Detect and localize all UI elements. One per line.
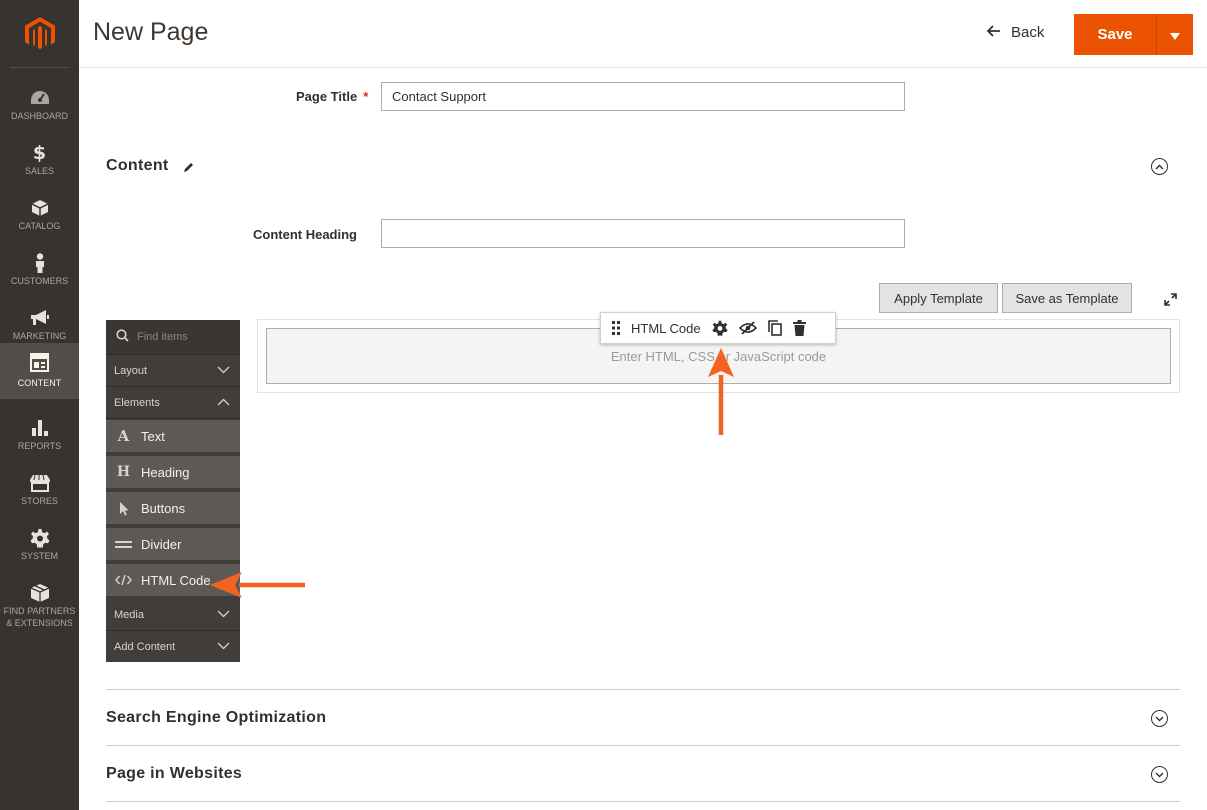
panel-element-text[interactable]: A Text xyxy=(106,420,240,454)
back-label: Back xyxy=(1011,24,1045,41)
magento-logo[interactable] xyxy=(0,0,79,67)
drag-handle-icon[interactable] xyxy=(612,321,620,335)
layout-icon xyxy=(30,352,49,372)
save-button[interactable]: Save xyxy=(1074,14,1156,55)
dollar-icon: $ xyxy=(32,142,47,164)
caret-down-icon xyxy=(1170,25,1180,44)
apply-template-button[interactable]: Apply Template xyxy=(879,283,998,313)
panel-element-buttons[interactable]: Buttons xyxy=(106,492,240,526)
nav-label: FIND PARTNERS xyxy=(3,606,76,616)
chevron-up-icon xyxy=(217,397,230,409)
nav-label: SYSTEM xyxy=(20,551,58,561)
save-options-toggle[interactable] xyxy=(1156,14,1193,55)
page-title: New Page xyxy=(93,18,209,46)
text-icon: A xyxy=(117,427,130,445)
page-title-label-text: Page Title xyxy=(296,89,358,104)
group-label: Add Content xyxy=(114,641,176,653)
page-title-label: Page Title * xyxy=(296,89,368,104)
save-as-template-button[interactable]: Save as Template xyxy=(1002,283,1132,313)
divider-icon xyxy=(115,540,132,549)
nav-sales[interactable]: $ SALES xyxy=(0,133,79,188)
nav-label: MARKETING xyxy=(12,331,67,341)
panel-group-layout[interactable]: Layout xyxy=(106,355,240,387)
hide-eye-icon[interactable] xyxy=(738,321,757,335)
panel-group-media[interactable]: Media xyxy=(106,599,240,631)
dashboard-icon xyxy=(30,88,50,108)
arrow-left-icon xyxy=(986,24,1001,41)
nav-label: DASHBOARD xyxy=(10,111,68,121)
group-label: Layout xyxy=(114,364,148,377)
chevron-down-icon xyxy=(217,641,230,653)
page-title-input[interactable]: Contact Support xyxy=(381,82,905,111)
content-heading-label: Content Heading xyxy=(253,227,357,242)
nav-stores[interactable]: STORES xyxy=(0,463,79,518)
html-code-toolbar: HTML Code xyxy=(600,312,836,344)
nav-label-line2: & EXTENSIONS xyxy=(6,618,73,628)
group-label: Elements xyxy=(114,396,160,409)
nav-customers[interactable]: CUSTOMERS xyxy=(0,243,79,298)
chevron-down-icon xyxy=(217,609,230,621)
nav-find-partners[interactable]: FIND PARTNERS & EXTENSIONS xyxy=(0,573,79,633)
panel-element-divider[interactable]: Divider xyxy=(106,528,240,562)
settings-gear-icon[interactable] xyxy=(712,320,728,336)
code-icon xyxy=(115,574,132,586)
duplicate-icon[interactable] xyxy=(767,320,782,336)
megaphone-icon xyxy=(30,308,50,328)
nav-label: CUSTOMERS xyxy=(10,276,69,286)
nav-system[interactable]: SYSTEM xyxy=(0,518,79,573)
page-header: New Page Back Save xyxy=(79,0,1207,68)
panel-search[interactable]: Find items xyxy=(106,320,240,355)
element-label: Heading xyxy=(141,464,190,480)
back-button[interactable]: Back xyxy=(986,24,1045,41)
pencil-icon[interactable] xyxy=(182,159,195,178)
element-label: Buttons xyxy=(141,500,186,516)
content-heading-input[interactable] xyxy=(381,219,905,248)
storefront-icon xyxy=(29,473,51,493)
nav-label: REPORTS xyxy=(17,441,62,451)
gear-icon xyxy=(30,528,50,548)
panel-search-input[interactable]: Find items xyxy=(137,331,188,343)
annotation-arrow-left xyxy=(210,572,305,598)
logo-divider xyxy=(10,67,69,68)
group-label: Media xyxy=(114,608,144,621)
nav-label: STORES xyxy=(21,496,58,506)
cursor-icon xyxy=(115,501,132,516)
content-section-title: Content xyxy=(106,157,169,174)
nav-catalog[interactable]: CATALOG xyxy=(0,188,79,243)
cube-icon xyxy=(31,198,49,218)
required-star: * xyxy=(363,89,369,104)
element-label: HTML Code xyxy=(141,572,211,588)
box-icon xyxy=(30,583,50,603)
page-builder-panel: Find items Layout Elements A Text H Head… xyxy=(106,320,240,662)
annotation-arrow-up xyxy=(708,348,734,435)
nav-label: SALES xyxy=(24,166,55,176)
bar-chart-icon xyxy=(31,418,49,438)
chevron-down-icon xyxy=(217,365,230,377)
trash-icon[interactable] xyxy=(792,320,806,336)
heading-icon: H xyxy=(116,464,131,480)
seo-expand-icon[interactable] xyxy=(1151,710,1168,727)
nav-reports[interactable]: REPORTS xyxy=(0,408,79,463)
admin-sidebar: DASHBOARD $ SALES CATALOG CUSTOMERS MARK… xyxy=(0,0,79,810)
element-label: Text xyxy=(141,428,165,444)
panel-element-heading[interactable]: H Heading xyxy=(106,456,240,490)
nav-label: CATALOG xyxy=(18,221,61,231)
websites-section-title[interactable]: Page in Websites xyxy=(106,765,242,783)
toolbar-label: HTML Code xyxy=(631,320,701,336)
websites-expand-icon[interactable] xyxy=(1151,766,1168,783)
panel-group-add-content[interactable]: Add Content xyxy=(106,631,240,663)
search-icon xyxy=(116,329,129,345)
panel-group-elements[interactable]: Elements xyxy=(106,387,240,419)
section-divider xyxy=(106,745,1180,746)
seo-section-title[interactable]: Search Engine Optimization xyxy=(106,709,326,727)
content-collapse-icon[interactable] xyxy=(1151,158,1168,175)
nav-dashboard[interactable]: DASHBOARD xyxy=(0,78,79,133)
person-icon xyxy=(34,253,46,273)
fullscreen-icon[interactable] xyxy=(1164,291,1177,310)
nav-label: CONTENT xyxy=(17,378,62,388)
section-divider xyxy=(106,801,1180,802)
nav-content[interactable]: CONTENT xyxy=(0,343,79,399)
section-divider xyxy=(106,689,1180,690)
element-label: Divider xyxy=(141,536,182,552)
